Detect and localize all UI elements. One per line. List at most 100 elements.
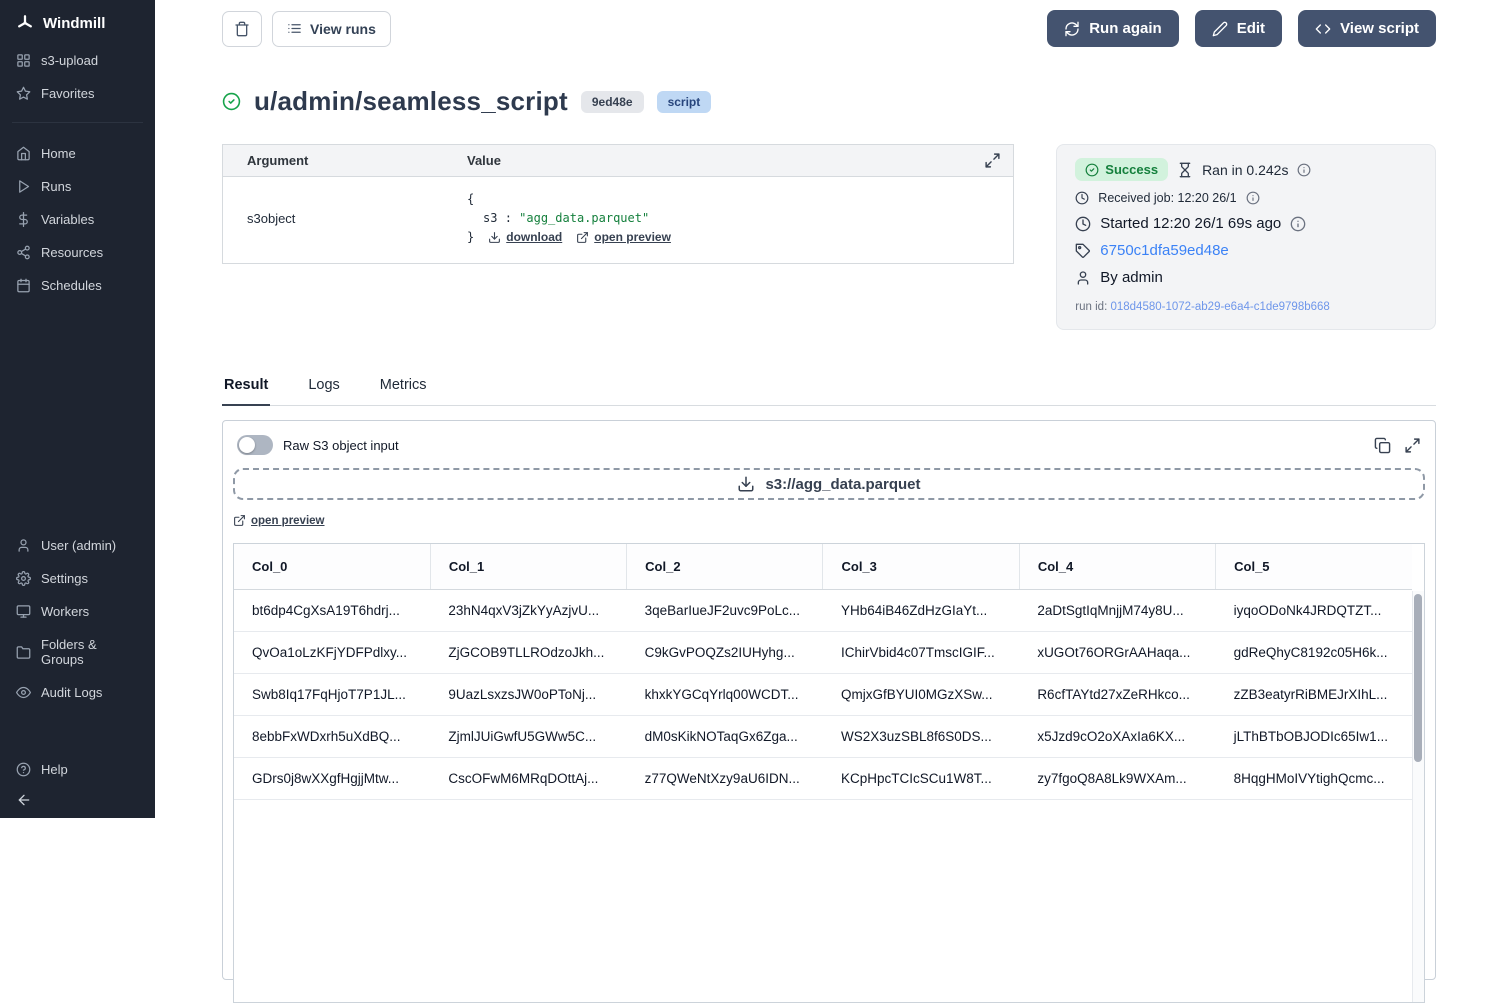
status-row-started: Started 12:20 26/1 69s ago [1075,215,1417,232]
json-close-brace: } [467,228,474,247]
started-text: Started 12:20 26/1 69s ago [1100,215,1281,232]
table-cell: khxkYGCqYrlq00WCDT... [627,674,823,716]
sidebar-item-runs[interactable]: Runs [0,170,155,203]
sidebar-item-s3-upload[interactable]: s3-upload [0,44,155,77]
info-icon[interactable] [1246,191,1260,205]
view-runs-label: View runs [310,21,376,37]
sidebar-item-label: Favorites [41,86,94,101]
info-icon[interactable] [1290,216,1306,232]
sidebar-item-schedules[interactable]: Schedules [0,269,155,302]
trash-icon [234,21,250,37]
sidebar-item-user[interactable]: User (admin) [0,529,155,562]
job-id-link[interactable]: 6750c1dfa59ed48e [1100,242,1228,259]
json-open-brace: { [467,190,671,209]
status-badge: Success [1075,158,1168,181]
table-cell: x5Jzd9cO2oXAxIa6KX... [1019,716,1215,758]
sidebar-item-workers[interactable]: Workers [0,595,155,628]
sidebar-item-resources[interactable]: Resources [0,236,155,269]
table-scrollbar-track[interactable] [1412,591,1424,1002]
view-runs-button[interactable]: View runs [272,11,391,47]
download-icon [488,231,501,244]
clock-icon [1075,216,1091,232]
table-row: bt6dp4CgXsA19T6hdrj... 23hN4qxV3jZkYyAzj… [234,590,1412,632]
open-preview-link[interactable]: open preview [576,228,671,247]
table-cell: 2aDtSgtIqMnjjM74y8U... [1019,590,1215,632]
expand-icon[interactable] [1404,437,1421,454]
status-badge-label: Success [1105,162,1158,177]
status-row-received: Received job: 12:20 26/1 [1075,191,1417,205]
code-icon [1315,21,1331,37]
download-icon [737,475,755,493]
table-cell: C9kGvPOQZs2IUHyhg... [627,632,823,674]
sidebar-item-variables[interactable]: Variables [0,203,155,236]
run-id-link[interactable]: 018d4580-1072-ab29-e6a4-c1de9798b668 [1110,301,1329,313]
sidebar-item-favorites[interactable]: Favorites [0,77,155,110]
toolbar-left: View runs [222,11,391,47]
sidebar-item-help[interactable]: Help [0,753,155,786]
table-cell: bt6dp4CgXsA19T6hdrj... [234,590,430,632]
json-close-line: } download open preview [467,228,671,247]
column-header[interactable]: Col_5 [1216,544,1412,590]
sidebar-item-label: s3-upload [41,53,98,68]
sidebar-item-label: Workers [41,604,89,619]
column-header[interactable]: Col_3 [823,544,1019,590]
edit-button[interactable]: Edit [1195,10,1282,47]
sidebar-item-label: Audit Logs [41,685,102,700]
status-card: Success Ran in 0.242s Received job: 12:2… [1056,144,1436,330]
sidebar-item-label: Home [41,146,76,161]
table-row: QvOa1oLzKFjYDFPdlxy... ZjGCOB9TLLROdzoJk… [234,632,1412,674]
result-panel: Raw S3 object input s3://agg_data.parque… [222,420,1436,980]
view-script-button[interactable]: View script [1298,10,1436,47]
argument-row: s3object { s3 : "agg_data.parquet" } dow… [223,177,1013,263]
tab-result[interactable]: Result [222,377,270,406]
arguments-table: Argument Value s3object { s3 : "agg_data… [222,144,1014,264]
play-icon [16,179,31,194]
sidebar-item-folders-groups[interactable]: Folders & Groups [0,628,155,676]
summary-section: Argument Value s3object { s3 : "agg_data… [155,117,1493,330]
table-header-row: Col_0 Col_1 Col_2 Col_3 Col_4 Col_5 [234,544,1412,590]
parquet-preview-table: Col_0 Col_1 Col_2 Col_3 Col_4 Col_5 bt6d… [233,543,1425,1003]
open-preview-link[interactable]: open preview [233,514,325,527]
table-cell: z77QWeNtXzy9aU6IDN... [627,758,823,800]
run-again-button[interactable]: Run again [1047,10,1179,47]
table-cell: QmjxGfBYUI0MGzXSw... [823,674,1019,716]
external-link-icon [576,231,589,244]
tag-icon [1075,243,1091,259]
column-header[interactable]: Col_4 [1019,544,1215,590]
table-row: GDrs0j8wXXgfHgjjMtw... CscOFwM6MRqDOttAj… [234,758,1412,800]
info-icon[interactable] [1297,163,1311,177]
sidebar-gap [0,709,155,753]
column-header[interactable]: Col_2 [627,544,823,590]
sidebar-item-label: Folders & Groups [41,637,139,667]
sidebar-collapse[interactable] [0,786,155,818]
table-cell: R6cfTAYtd27xZeRHkco... [1019,674,1215,716]
tab-metrics[interactable]: Metrics [378,377,429,405]
brand[interactable]: Windmill [0,0,155,44]
run-id-row: run id: 018d4580-1072-ab29-e6a4-c1de9798… [1075,301,1417,313]
copy-icon[interactable] [1374,437,1391,454]
table-cell: jLThBTbOBJODIc65Iw1... [1216,716,1412,758]
open-preview-link-label: open preview [594,228,671,247]
sidebar-item-home[interactable]: Home [0,137,155,170]
table-row: 8ebbFxWDxrh5uXdBQ... ZjmlJUiGwfU5GWw5C..… [234,716,1412,758]
table-scrollbar-thumb[interactable] [1414,594,1422,762]
table-cell: iyqoODoNk4JRDQTZT... [1216,590,1412,632]
received-job-text: Received job: 12:20 26/1 [1098,191,1236,205]
sidebar-item-audit-logs[interactable]: Audit Logs [0,676,155,709]
expand-icon[interactable] [984,152,1001,169]
sidebar-item-settings[interactable]: Settings [0,562,155,595]
open-preview-link-label: open preview [251,515,325,527]
download-link[interactable]: download [488,228,562,247]
column-header[interactable]: Col_0 [234,544,430,590]
arrow-left-icon [16,792,139,808]
s3-file-download-box[interactable]: s3://agg_data.parquet [233,468,1425,500]
table-cell: QvOa1oLzKFjYDFPdlxy... [234,632,430,674]
tab-logs[interactable]: Logs [306,377,341,405]
table-row: Swb8Iq17FqHjoT7P1JL... 9UazLsxzsJW0oPToN… [234,674,1412,716]
json-key: s3 [483,211,497,225]
raw-s3-toggle[interactable] [237,435,273,455]
column-header[interactable]: Col_1 [430,544,626,590]
table-cell: gdReQhyC8192c05H6k... [1216,632,1412,674]
delete-button[interactable] [222,11,262,47]
page-title: u/admin/seamless_script [254,86,568,117]
